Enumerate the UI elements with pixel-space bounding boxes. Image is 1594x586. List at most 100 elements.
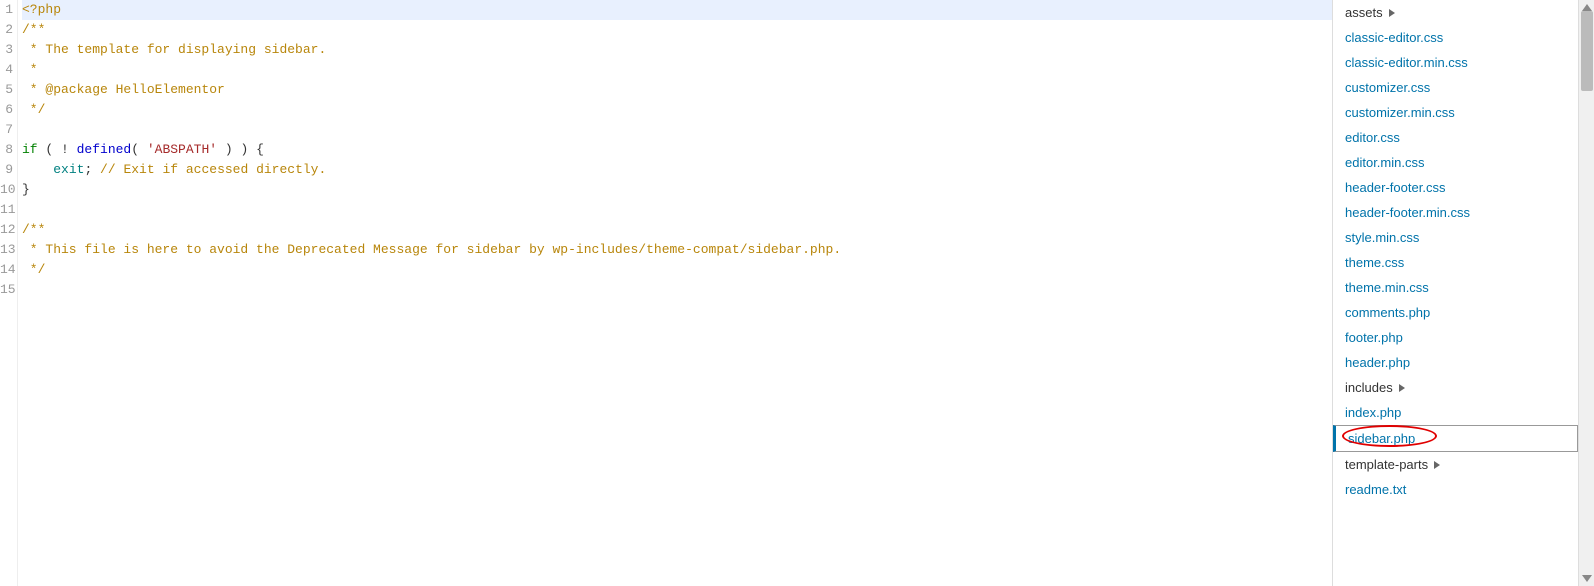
file-item[interactable]: comments.php [1333, 300, 1578, 325]
scroll-track[interactable] [1579, 11, 1594, 575]
file-item[interactable]: editor.css [1333, 125, 1578, 150]
sidebar-scrollbar[interactable] [1578, 0, 1594, 586]
code-line[interactable]: exit; // Exit if accessed directly. [22, 160, 1332, 180]
code-line[interactable]: * @package HelloElementor [22, 80, 1332, 100]
code-token: exit [53, 162, 84, 177]
code-line[interactable]: * This file is here to avoid the Depreca… [22, 240, 1332, 260]
line-number: 2 [0, 20, 13, 40]
line-number: 11 [0, 200, 13, 220]
line-number-gutter: 123456789101112131415 [0, 0, 18, 586]
line-number: 6 [0, 100, 13, 120]
code-token: <?php [22, 2, 61, 17]
file-label: theme.css [1345, 255, 1404, 270]
file-label: customizer.css [1345, 80, 1430, 95]
code-token: ; [84, 162, 100, 177]
file-label: editor.min.css [1345, 155, 1424, 170]
file-item[interactable]: header-footer.css [1333, 175, 1578, 200]
file-item[interactable]: style.min.css [1333, 225, 1578, 250]
line-number: 14 [0, 260, 13, 280]
file-tree-sidebar[interactable]: assets classic-editor.css classic-editor.m… [1333, 0, 1578, 586]
file-label: style.min.css [1345, 230, 1419, 245]
file-label: theme.min.css [1345, 280, 1429, 295]
line-number: 9 [0, 160, 13, 180]
folder-label: assets [1345, 5, 1383, 20]
file-item[interactable]: editor.min.css [1333, 150, 1578, 175]
code-line[interactable]: /** [22, 20, 1332, 40]
editor-pane: 123456789101112131415 <?php/** * The tem… [0, 0, 1333, 586]
file-label: sidebar.php [1348, 431, 1415, 446]
file-item[interactable]: footer.php [1333, 325, 1578, 350]
file-label: editor.css [1345, 130, 1400, 145]
file-item[interactable]: theme.css [1333, 250, 1578, 275]
code-line[interactable]: } [22, 180, 1332, 200]
code-token [22, 162, 53, 177]
code-line[interactable]: * The template for displaying sidebar. [22, 40, 1332, 60]
scroll-up-arrow-icon[interactable] [1582, 4, 1592, 11]
file-item[interactable]: header-footer.min.css [1333, 200, 1578, 225]
code-line[interactable] [22, 280, 1332, 300]
file-label: header.php [1345, 355, 1410, 370]
line-number: 13 [0, 240, 13, 260]
file-label: customizer.min.css [1345, 105, 1455, 120]
file-label: readme.txt [1345, 482, 1406, 497]
code-token: defined [77, 142, 132, 157]
folder-item[interactable]: includes [1333, 375, 1578, 400]
file-item[interactable]: index.php [1333, 400, 1578, 425]
code-token: if [22, 142, 38, 157]
code-line[interactable]: */ [22, 260, 1332, 280]
scroll-down-arrow-icon[interactable] [1582, 575, 1592, 582]
code-token: /** [22, 222, 45, 237]
file-item[interactable]: header.php [1333, 350, 1578, 375]
code-token: 'ABSPATH' [147, 142, 217, 157]
code-token: ) ) { [217, 142, 264, 157]
file-item[interactable]: classic-editor.min.css [1333, 50, 1578, 75]
line-number: 12 [0, 220, 13, 240]
code-token: // Exit if accessed directly. [100, 162, 326, 177]
folder-label: includes [1345, 380, 1393, 395]
code-line[interactable]: if ( ! defined( 'ABSPATH' ) ) { [22, 140, 1332, 160]
code-line[interactable] [22, 200, 1332, 220]
line-number: 8 [0, 140, 13, 160]
line-number: 15 [0, 280, 13, 300]
line-number: 5 [0, 80, 13, 100]
chevron-right-icon [1434, 461, 1440, 469]
folder-label: template-parts [1345, 457, 1428, 472]
file-label: classic-editor.min.css [1345, 55, 1468, 70]
file-item[interactable]: sidebar.php [1333, 425, 1578, 452]
code-line[interactable]: <?php [22, 0, 1332, 20]
code-token: */ [22, 262, 45, 277]
code-token: * The template for displaying sidebar. [22, 42, 326, 57]
code-line[interactable]: */ [22, 100, 1332, 120]
line-number: 10 [0, 180, 13, 200]
code-token: /** [22, 22, 45, 37]
code-token: * [22, 62, 38, 77]
chevron-right-icon [1389, 9, 1395, 17]
file-label: comments.php [1345, 305, 1430, 320]
code-line[interactable]: /** [22, 220, 1332, 240]
file-item[interactable]: customizer.css [1333, 75, 1578, 100]
scroll-thumb[interactable] [1581, 11, 1593, 91]
file-item[interactable]: classic-editor.css [1333, 25, 1578, 50]
file-item[interactable]: customizer.min.css [1333, 100, 1578, 125]
file-label: classic-editor.css [1345, 30, 1443, 45]
file-item[interactable]: readme.txt [1333, 477, 1578, 502]
file-item[interactable]: theme.min.css [1333, 275, 1578, 300]
code-token: * This file is here to avoid the Depreca… [22, 242, 841, 257]
line-number: 3 [0, 40, 13, 60]
file-label: header-footer.min.css [1345, 205, 1470, 220]
folder-item[interactable]: template-parts [1333, 452, 1578, 477]
code-area[interactable]: <?php /** * The template for displaying s… [18, 0, 1332, 586]
line-number: 1 [0, 0, 13, 20]
folder-item[interactable]: assets [1333, 0, 1578, 25]
code-token: * @package HelloElementor [22, 82, 225, 97]
code-token: ( ! [38, 142, 77, 157]
line-number: 7 [0, 120, 13, 140]
code-line[interactable] [22, 120, 1332, 140]
code-token: } [22, 182, 30, 197]
line-number: 4 [0, 60, 13, 80]
code-token: */ [22, 102, 45, 117]
code-token: ( [131, 142, 147, 157]
file-label: footer.php [1345, 330, 1403, 345]
code-line[interactable]: * [22, 60, 1332, 80]
file-label: header-footer.css [1345, 180, 1445, 195]
